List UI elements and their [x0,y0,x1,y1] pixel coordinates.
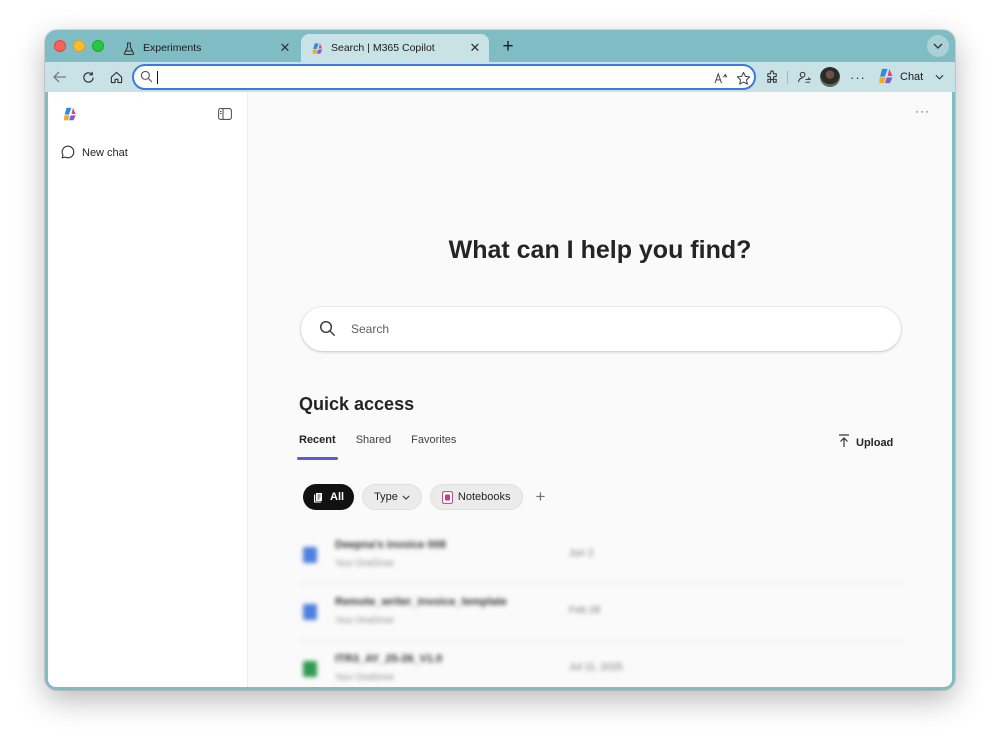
file-location: Your OneDrive [335,672,394,682]
profile-sync-icon[interactable] [793,66,815,88]
file-date: Jul 11, 2025 [569,662,623,673]
read-aloud-icon[interactable] [712,69,730,87]
copilot-icon [877,67,895,88]
close-icon[interactable]: ✕ [277,40,293,56]
file-row[interactable]: Remote_writer_invoice_template Your OneD… [301,584,905,641]
tab-favorites[interactable]: Favorites [411,434,456,460]
file-name: ITR3_AY_25-26_V1.0 [335,653,443,665]
avatar[interactable] [819,66,841,88]
upload-label: Upload [856,436,894,449]
copilot-logo-icon[interactable] [62,106,78,122]
refresh-icon[interactable] [77,66,99,88]
filter-type-dropdown[interactable]: Type [362,484,422,510]
files-stack-icon [313,491,325,503]
new-tab-button[interactable]: + [497,36,519,58]
recent-files-list: Deepna's invoice 008 Your OneDrive Jun 2… [301,527,905,687]
maximize-window-button[interactable] [92,40,104,52]
filter-notebooks-chip[interactable]: Notebooks [429,484,523,510]
more-options-icon[interactable]: ··· [847,66,869,88]
filter-notebooks-label: Notebooks [457,491,511,503]
browser-toolbar: ··· Chat [45,62,955,92]
chat-bubble-icon [61,145,75,162]
minimize-window-button[interactable] [73,40,85,52]
new-chat-label: New chat [82,147,128,159]
tab-actions-chevron-icon[interactable] [927,35,949,57]
tab-label: Search | M365 Copilot [331,42,435,54]
page-content: New chat ··· What can I help you find? Q… [48,92,952,687]
sidebar: New chat [48,92,248,687]
favorite-star-icon[interactable] [734,69,752,87]
tab-recent[interactable]: Recent [297,434,338,460]
chevron-down-icon [402,493,410,502]
quick-access-tabs: Recent Shared Favorites [297,434,476,460]
file-date: Jun 2 [569,548,594,559]
search-icon [140,70,153,88]
toolbar-divider [787,71,788,84]
word-file-icon [303,604,317,620]
page-title: What can I help you find? [448,236,752,264]
upload-button[interactable]: Upload [838,434,893,451]
address-bar[interactable] [132,64,756,90]
new-chat-button[interactable]: New chat [61,142,128,164]
add-filter-button[interactable]: + [531,487,551,507]
tab-strip: Experiments ✕ Search | M365 Copilot ✕ + [45,30,955,62]
extensions-puzzle-icon[interactable] [761,66,783,88]
quick-access-title: Quick access [299,394,415,414]
tab-label: Experiments [143,42,202,54]
filter-type-label: Type [374,491,398,503]
file-location: Your OneDrive [335,558,394,568]
sidebar-toggle-icon[interactable] [218,107,234,121]
notebook-icon [442,490,453,504]
file-location: Your OneDrive [335,615,394,625]
chat-label: Chat [900,71,924,83]
copilot-icon [309,40,325,56]
file-name: Remote_writer_invoice_template [335,596,507,608]
file-row[interactable]: Deepna's invoice 008 Your OneDrive Jun 2 [301,527,905,584]
file-row[interactable]: ITR3_AY_25-26_V1.0 Your OneDrive Jul 11,… [301,641,905,687]
filter-chips: All Type Notebooks + [303,484,551,510]
search-icon [319,320,336,342]
copilot-chat-button[interactable]: Chat [877,66,944,88]
close-window-button[interactable] [54,40,66,52]
tab-experiments[interactable]: Experiments ✕ [113,34,299,62]
search-box[interactable] [301,307,901,351]
filter-all-chip[interactable]: All [303,484,355,510]
search-input[interactable] [351,319,871,339]
back-arrow-icon[interactable] [49,66,71,88]
chevron-down-icon[interactable] [935,71,944,83]
upload-arrow-icon [838,434,850,451]
text-caret [157,71,158,84]
browser-window: Experiments ✕ Search | M365 Copilot ✕ + [45,30,955,690]
main-area: What can I help you find? Quick access R… [248,92,952,687]
file-date: Feb 28 [569,605,601,616]
tab-search-copilot[interactable]: Search | M365 Copilot ✕ [301,34,489,62]
filter-all-label: All [330,491,345,503]
tab-shared[interactable]: Shared [356,434,391,460]
file-name: Deepna's invoice 008 [335,539,446,551]
word-file-icon [303,547,317,563]
flask-icon [121,40,137,56]
home-icon[interactable] [105,66,127,88]
close-icon[interactable]: ✕ [467,40,483,56]
excel-file-icon [303,661,317,677]
